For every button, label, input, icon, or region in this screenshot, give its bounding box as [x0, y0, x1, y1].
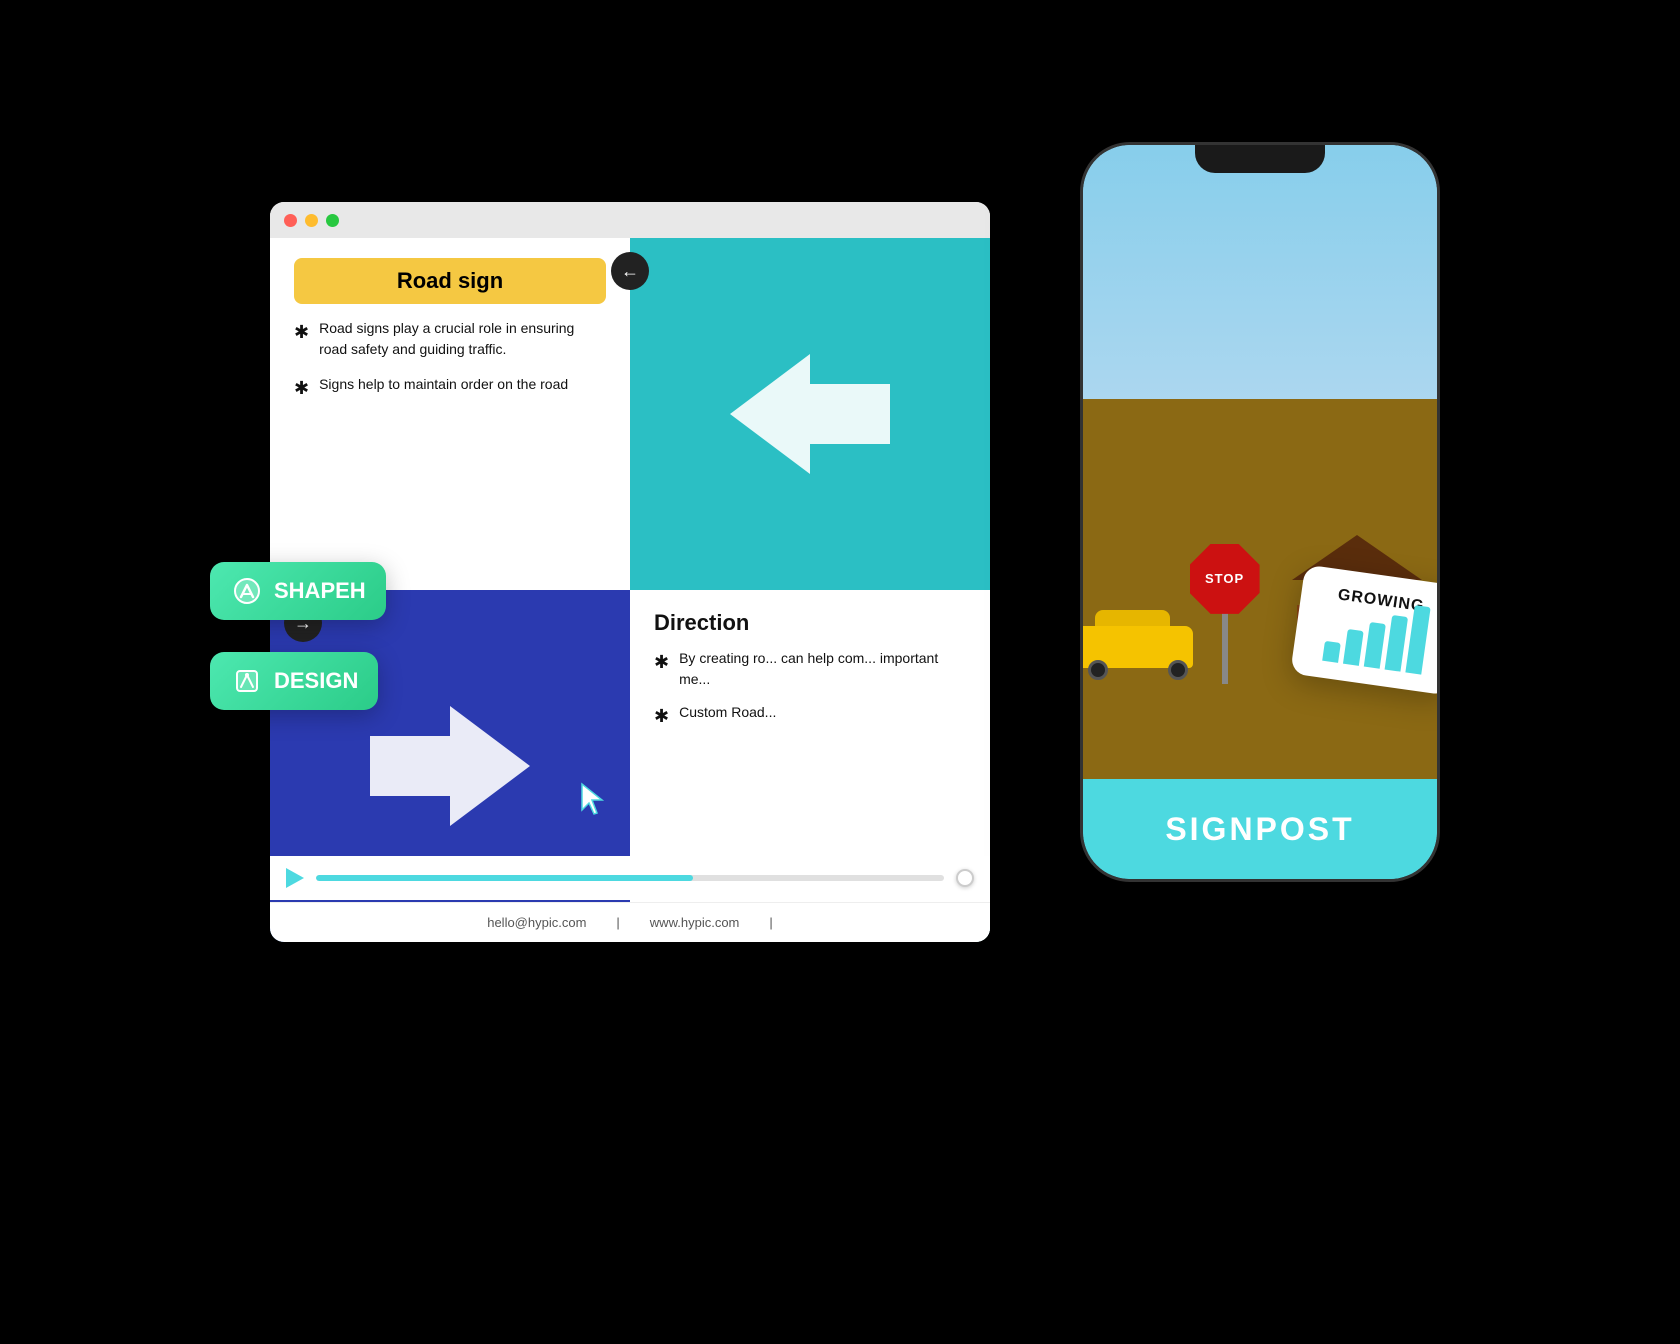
directions-title: Direction — [654, 610, 966, 636]
design-badge[interactable]: DESIGN — [210, 652, 378, 710]
play-bar — [270, 856, 990, 900]
phone-screen: STOP SIGNPOST — [1083, 145, 1437, 879]
phone-bottom-bar: SIGNPOST — [1083, 779, 1437, 879]
footer-sep-2: | — [769, 915, 772, 930]
phone-sky — [1083, 145, 1437, 430]
directions-bullet-1: ✱ By creating ro... can help com... impo… — [654, 648, 966, 690]
growing-bars — [1322, 611, 1428, 674]
dir-bullet-icon-1: ✱ — [654, 649, 669, 676]
bar-2 — [1343, 629, 1364, 666]
shapeh-icon — [230, 574, 264, 608]
phone: STOP SIGNPOST GROWING — [1080, 142, 1440, 882]
growing-badge: GROWING — [1290, 564, 1440, 695]
growing-label: GROWING — [1337, 586, 1426, 616]
browser-titlebar — [270, 202, 990, 238]
road-sign-title: Road sign — [294, 258, 606, 304]
dir-bullet-icon-2: ✱ — [654, 703, 669, 730]
progress-thumb[interactable] — [956, 869, 974, 887]
bar-3 — [1364, 622, 1386, 669]
stop-sign-pole — [1222, 604, 1228, 684]
teal-arrow-panel — [630, 238, 990, 590]
shapeh-badge[interactable]: SHAPEH — [210, 562, 386, 620]
design-icon — [230, 664, 264, 698]
road-sign-card: Road sign ✱ Road signs play a crucial ro… — [270, 238, 630, 590]
progress-track[interactable] — [316, 875, 944, 881]
phone-notch — [1195, 145, 1325, 173]
stop-sign: STOP — [1190, 544, 1260, 614]
progress-fill — [316, 875, 693, 881]
play-button[interactable] — [286, 868, 304, 888]
taxi-wheel-right — [1168, 660, 1188, 680]
taxi-wheel-left — [1088, 660, 1108, 680]
scene: Road sign ✱ Road signs play a crucial ro… — [240, 122, 1440, 1222]
browser-footer: hello@hypic.com | www.hypic.com | — [270, 902, 990, 942]
bullet-icon-1: ✱ — [294, 319, 309, 346]
bar-4 — [1385, 615, 1408, 672]
close-dot[interactable] — [284, 214, 297, 227]
footer-email: hello@hypic.com — [487, 915, 586, 930]
footer-website: www.hypic.com — [650, 915, 740, 930]
directions-bullet-2: ✱ Custom Road... — [654, 702, 966, 730]
minimize-dot[interactable] — [305, 214, 318, 227]
footer-sep-1: | — [616, 915, 619, 930]
left-arrow-icon — [730, 354, 890, 474]
shapeh-label: SHAPEH — [274, 578, 366, 604]
road-sign-bullet-1: ✱ Road signs play a crucial role in ensu… — [294, 318, 606, 360]
bar-1 — [1322, 641, 1341, 663]
road-sign-bullet-2: ✱ Signs help to maintain order on the ro… — [294, 374, 606, 402]
right-arrow-icon — [370, 706, 530, 826]
maximize-dot[interactable] — [326, 214, 339, 227]
design-label: DESIGN — [274, 668, 358, 694]
bar-5 — [1405, 605, 1430, 675]
signpost-label: SIGNPOST — [1165, 811, 1354, 848]
cursor-icon — [580, 782, 608, 816]
taxi — [1083, 625, 1203, 680]
bullet-icon-2: ✱ — [294, 375, 309, 402]
back-button[interactable]: ← — [611, 252, 649, 290]
stop-text: STOP — [1205, 571, 1244, 586]
